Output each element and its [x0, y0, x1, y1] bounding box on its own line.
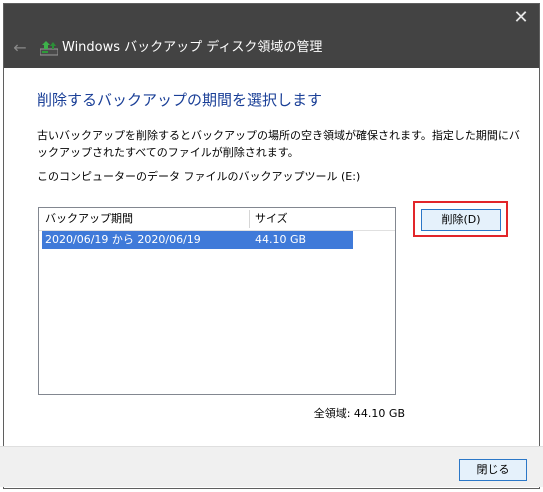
title-bar: ✕ ← Windows バックアップ ディスク領域の管理: [4, 4, 539, 68]
close-icon[interactable]: ✕: [511, 8, 531, 28]
back-arrow-icon[interactable]: ←: [10, 40, 30, 56]
total-space-label: 全領域: 44.10 GB: [313, 407, 405, 420]
list-item-size: 44.10 GB: [255, 233, 307, 246]
list-item[interactable]: 2020/06/19 から 2020/06/19 44.10 GB: [42, 231, 353, 249]
list-item-period: 2020/06/19 から 2020/06/19: [45, 233, 201, 246]
list-header: バックアップ期間 サイズ: [39, 208, 395, 231]
delete-button[interactable]: 削除(D): [421, 209, 501, 231]
drive-label: このコンピューターのデータ ファイルのバックアップツール (E:): [37, 170, 361, 183]
column-divider[interactable]: [249, 210, 250, 228]
page-heading: 削除するバックアップの期間を選択します: [37, 91, 323, 109]
close-button[interactable]: 閉じる: [459, 459, 527, 481]
column-header-period[interactable]: バックアップ期間: [45, 208, 133, 230]
backup-period-list[interactable]: バックアップ期間 サイズ 2020/06/19 から 2020/06/19 44…: [38, 207, 396, 395]
column-header-size[interactable]: サイズ: [255, 208, 288, 230]
description-text: 古いバックアップを削除するとバックアップの場所の空き領域が確保されます。指定した…: [37, 129, 520, 159]
windows-backup-icon: [40, 41, 58, 56]
window-title: Windows バックアップ ディスク領域の管理: [62, 40, 323, 55]
